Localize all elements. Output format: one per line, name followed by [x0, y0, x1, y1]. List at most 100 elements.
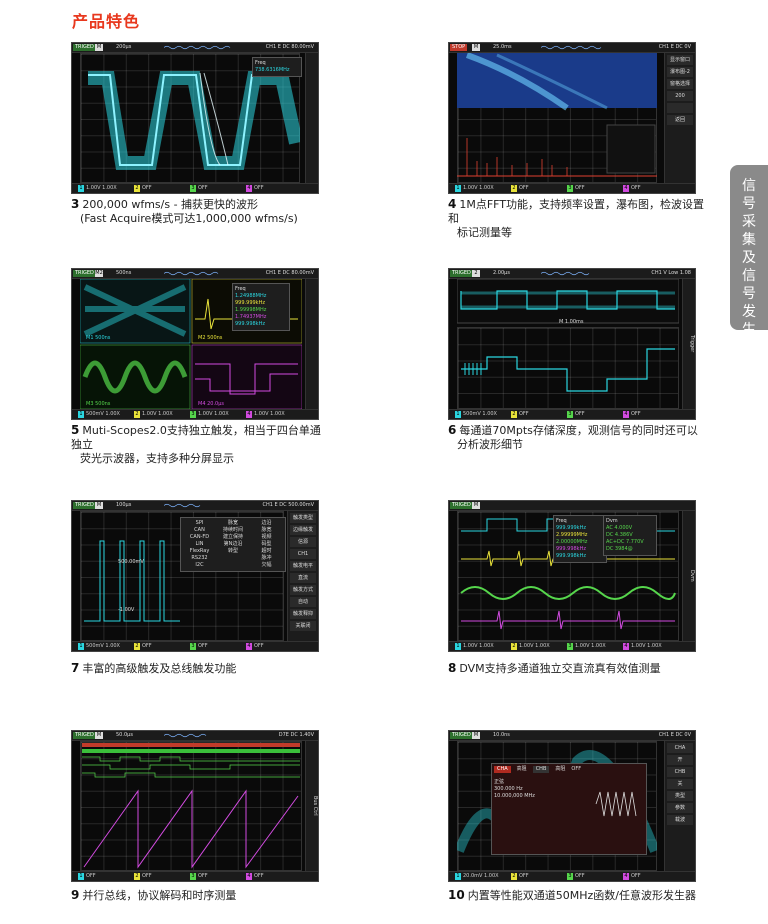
trigger-type-table[interactable]: SPI 脉宽 边沿 CAN 持续时间 脉宽 CAN-FD 建立保持 视频 LIN 第N边沿 码型 Fle…	[180, 517, 286, 572]
channel-4-setting[interactable]: 4 OFF	[623, 411, 641, 418]
side-menu[interactable]: 触发类型边缘触发信源 CH1 触发电平直流触发方式自动触发释抑关联闭	[287, 511, 318, 641]
timebase: 100μs	[116, 502, 132, 508]
side-menu-item[interactable]: 触发电平	[290, 561, 316, 571]
trigger-type-cell[interactable]: 边沿	[250, 520, 283, 527]
channel-3-setting[interactable]: 3 OFF	[190, 873, 208, 880]
trigger-type-cell[interactable]: 视频	[250, 534, 283, 541]
trigger-type-row[interactable]: CAN-FD 建立保持 视频	[183, 534, 283, 541]
side-menu-item[interactable]: 关	[667, 779, 693, 789]
channel-1-setting[interactable]: 1 1.00V 1.00X	[78, 185, 117, 192]
channel-2-setting[interactable]: 2 1.00V 1.00X	[134, 411, 173, 418]
channel-4-setting[interactable]: 4 OFF	[246, 873, 264, 880]
channel-3-setting[interactable]: 3 OFF	[567, 185, 585, 192]
channel-3-setting[interactable]: 3 OFF	[190, 643, 208, 650]
trigger-type-row[interactable]: CAN 持续时间 脉宽	[183, 527, 283, 534]
side-menu-item[interactable]: 关联闭	[290, 621, 316, 631]
channel-4-setting[interactable]: 4 1.00V 1.00X	[246, 411, 285, 418]
trigger-type-cell[interactable]: 转型	[217, 548, 250, 555]
channel-1-setting[interactable]: 1 500mV 1.00X	[78, 643, 120, 650]
side-menu[interactable]: CHA 开 CHB 关类型参数载波	[664, 741, 695, 871]
feature-caption-3: 3 200,000 wfms/s - 捕获更快的波形 (Fast Acquire模…	[71, 197, 298, 225]
trigger-type-cell[interactable]: 持续时间	[217, 527, 250, 534]
channel-1-setting[interactable]: 1 500mV 1.00X	[455, 411, 497, 418]
measurement-row: 999.999kHz	[235, 300, 265, 306]
side-menu-item[interactable]: 载波	[667, 815, 693, 825]
channel-3-setting[interactable]: 3 OFF	[567, 411, 585, 418]
side-category-tab[interactable]: 信号采集及信号发生	[730, 165, 768, 338]
channel-3-setting[interactable]: 3 OFF	[567, 873, 585, 880]
channel-1-setting[interactable]: 1 20.0mV 1.00X	[455, 873, 499, 880]
trigger-type-cell[interactable]: CAN-FD	[183, 534, 216, 541]
trigger-type-cell[interactable]: 超时	[250, 548, 283, 555]
channel-status: CH1 E DC 80.00mV	[265, 270, 314, 276]
channel-2-setting[interactable]: 2 OFF	[511, 873, 529, 880]
side-menu-item[interactable]: 200	[667, 91, 693, 101]
dvm-side-tab[interactable]: Dvm	[682, 511, 695, 641]
side-menu-item[interactable]: CHA	[667, 743, 693, 753]
side-menu-item[interactable]: 显示窗口	[667, 55, 693, 65]
channel-1-setting[interactable]: 1 OFF	[78, 873, 96, 880]
channel-4-setting[interactable]: 4 OFF	[623, 873, 641, 880]
channel-2-setting[interactable]: 2 OFF	[511, 411, 529, 418]
side-menu-item[interactable]: 窗格选择	[667, 79, 693, 89]
channel-4-setting[interactable]: 4 1.00V 1.00X	[623, 643, 662, 650]
channel-2-setting[interactable]: 2 OFF	[134, 643, 152, 650]
channel-1-setting[interactable]: 1 1.00V 1.00X	[455, 643, 494, 650]
trigger-type-cell[interactable]: LIN	[183, 541, 216, 548]
side-menu-item[interactable]: 直流	[290, 573, 316, 583]
side-menu-item[interactable]: 类型	[667, 791, 693, 801]
waveform-overview-icon	[164, 271, 219, 276]
channel-4-setting[interactable]: 4 OFF	[623, 185, 641, 192]
trigger-type-cell[interactable]: 脉宽	[217, 520, 250, 527]
channel-3-setting[interactable]: 3 1.00V 1.00X	[567, 643, 606, 650]
trigger-type-cell[interactable]: 欠幅	[250, 562, 283, 569]
side-menu-item[interactable]: CH1	[290, 549, 316, 559]
side-menu-item[interactable]: 参数	[667, 803, 693, 813]
side-menu[interactable]	[305, 279, 318, 409]
waveform-overview-icon	[164, 45, 231, 50]
trigger-type-row[interactable]: FlexRay 转型 超时	[183, 548, 283, 555]
channel-2-setting[interactable]: 2 OFF	[134, 873, 152, 880]
trigger-type-row[interactable]: SPI 脉宽 边沿	[183, 520, 283, 527]
trigger-type-cell[interactable]: RS232	[183, 555, 216, 562]
channel-2-setting[interactable]: 2 OFF	[511, 185, 529, 192]
channel-3-setting[interactable]: 3 OFF	[190, 185, 208, 192]
channel-4-setting[interactable]: 4 OFF	[246, 643, 264, 650]
bus-side-tab[interactable]: Bus Ctrl	[305, 741, 318, 871]
side-menu[interactable]: 显示窗口瀑布图-2 窗格选择 200 返回	[664, 53, 695, 183]
side-menu-item[interactable]: 信源	[290, 537, 316, 547]
trigger-type-cell[interactable]: FlexRay	[183, 548, 216, 555]
side-menu-item[interactable]: 开	[667, 755, 693, 765]
channel-1-setting[interactable]: 1 500mV 1.00X	[78, 411, 120, 418]
trigger-side-tab[interactable]: Trigger	[682, 279, 695, 409]
trigger-type-cell[interactable]: 第N边沿	[217, 541, 250, 548]
awg-dialog[interactable]: CHA 高阻 CHB 高阻 OFF 正弦 300.000 Hz 10.000,0…	[491, 763, 647, 855]
side-menu-item[interactable]: 触发释抑	[290, 609, 316, 619]
trigger-type-cell[interactable]: 脉宽	[250, 527, 283, 534]
trigger-type-cell[interactable]: SPI	[183, 520, 216, 527]
channel-3-setting[interactable]: 3 1.00V 1.00X	[190, 411, 229, 418]
trigger-type-row[interactable]: RS232 脉冲	[183, 555, 283, 562]
side-menu-item[interactable]	[667, 103, 693, 113]
trigger-type-cell[interactable]: 建立保持	[217, 534, 250, 541]
channel-4-setting[interactable]: 4 OFF	[246, 185, 264, 192]
side-menu-item[interactable]: 触发方式	[290, 585, 316, 595]
trigger-type-cell[interactable]: 码型	[250, 541, 283, 548]
trigger-type-cell[interactable]: 脉冲	[250, 555, 283, 562]
channel-1-setting[interactable]: 1 1.00V 1.00X	[455, 185, 494, 192]
trigger-type-cell[interactable]: CAN	[183, 527, 216, 534]
side-menu-item[interactable]: 瀑布图-2	[667, 67, 693, 77]
side-menu-item[interactable]: 返回	[667, 115, 693, 125]
trigger-type-row[interactable]: I2C 欠幅	[183, 562, 283, 569]
side-menu-item[interactable]: CHB	[667, 767, 693, 777]
channel-2-setting[interactable]: 2 1.00V 1.00X	[511, 643, 550, 650]
trigger-type-cell[interactable]: I2C	[183, 562, 216, 569]
channel-2-setting[interactable]: 2 OFF	[134, 185, 152, 192]
side-menu-item[interactable]: 边缘触发	[290, 525, 316, 535]
side-menu[interactable]	[305, 53, 318, 183]
side-menu-item[interactable]: 触发类型	[290, 513, 316, 523]
side-menu-item[interactable]: 自动	[290, 597, 316, 607]
trigger-type-cell[interactable]	[217, 555, 250, 562]
trigger-type-row[interactable]: LIN 第N边沿 码型	[183, 541, 283, 548]
trigger-type-cell[interactable]	[217, 562, 250, 569]
